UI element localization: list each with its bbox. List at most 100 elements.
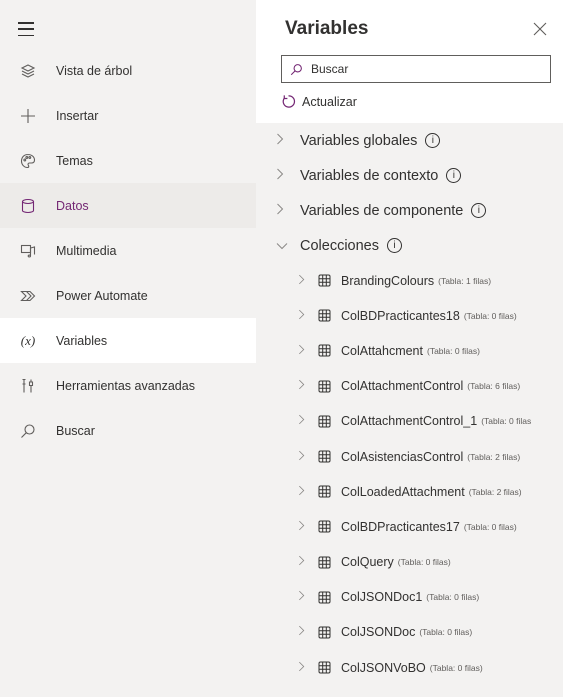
collection-item[interactable]: ColBDPracticantes18 (Tabla: 0 filas) [256,298,563,333]
collection-name: ColJSONDoc [341,625,416,640]
table-icon [318,591,331,604]
chevron-right-icon [298,448,308,466]
rail-item-search[interactable]: Buscar [0,408,256,453]
collection-name: ColJSONDoc1 [341,590,423,605]
rail-item-label: Herramientas avanzadas [56,378,195,393]
collections-list: BrandingColours (Tabla: 1 filas) ColBDPrac… [256,263,563,685]
rail-item-data[interactable]: Datos [0,183,256,228]
collection-name: ColBDPracticantes17 [341,519,460,534]
info-icon[interactable]: i [446,168,462,183]
panel-title: Variables [285,18,369,39]
rail-item-tree-view[interactable]: Vista de árbol [0,48,256,93]
collection-item[interactable]: ColBDPracticantes17 (Tabla: 0 filas) [256,509,563,544]
collection-meta: (Tabla: 6 filas) [467,381,521,392]
chevron-right-icon [298,483,308,501]
info-icon[interactable]: i [471,203,487,218]
table-icon [318,415,331,428]
tools-icon [0,378,56,394]
chevron-right-icon [276,203,288,219]
search-icon [0,423,56,439]
collection-name: ColAttahcment [341,343,423,358]
rail-item-variables[interactable]: (x) Variables [0,318,256,363]
collection-item[interactable]: ColLoadedAttachment (Tabla: 2 filas) [256,474,563,509]
refresh-button[interactable]: Actualizar [281,94,357,109]
layers-icon [0,63,56,79]
table-icon [318,380,331,393]
collection-name: ColAttachmentControl_1 [341,414,478,429]
collection-meta: (Tabla: 0 filas [481,416,532,427]
rail-item-label: Multimedia [56,243,117,258]
chevron-right-icon [298,307,308,325]
palette-icon [0,153,56,169]
collection-name: ColQuery [341,555,394,570]
collection-meta: (Tabla: 0 filas) [463,521,517,532]
chevron-right-icon [276,168,288,184]
power-automate-icon [0,288,56,304]
collection-meta: (Tabla: 1 filas) [438,275,492,286]
rail-item-label: Insertar [56,108,99,123]
rail-item-insert[interactable]: Insertar [0,93,256,138]
rail-item-media[interactable]: Multimedia [0,228,256,273]
table-icon [318,556,331,569]
variables-icon: (x) [20,332,36,348]
rail-list: Vista de árbol Insertar Temas Datos Mult… [0,48,256,453]
collection-item[interactable]: ColAttahcment (Tabla: 0 filas) [256,333,563,368]
table-icon [318,661,331,674]
collection-item[interactable]: ColJSONDoc (Tabla: 0 filas) [256,615,563,650]
collection-name: ColAsistenciasControl [341,449,464,464]
category-global-variables[interactable]: Variables globales i [256,123,563,158]
rail-item-power-automate[interactable]: Power Automate [0,273,256,318]
collection-item[interactable]: ColJSONVoBO (Tabla: 0 filas) [256,650,563,685]
category-component-variables[interactable]: Variables de componente i [256,193,563,228]
rail-item-label: Power Automate [56,288,148,303]
collection-meta: (Tabla: 0 filas) [419,627,473,638]
rail-item-label: Datos [56,198,89,213]
search-field[interactable] [281,55,551,83]
category-label: Variables de componente [300,202,464,219]
chevron-right-icon [298,272,308,290]
table-icon [318,274,331,287]
collection-item[interactable]: ColJSONDoc1 (Tabla: 0 filas) [256,580,563,615]
chevron-right-icon [298,588,308,606]
table-icon [318,309,331,322]
chevron-right-icon [298,553,308,571]
rail-item-label: Buscar [56,423,95,438]
chevron-right-icon [298,623,308,641]
collection-item[interactable]: BrandingColours (Tabla: 1 filas) [256,263,563,298]
collection-item[interactable]: ColAttachmentControl_1 (Tabla: 0 filas [256,404,563,439]
collection-meta: (Tabla: 0 filas) [397,557,451,568]
collection-name: ColAttachmentControl [341,379,464,394]
rail-item-advanced-tools[interactable]: Herramientas avanzadas [0,363,256,408]
database-icon [0,198,56,214]
collection-item[interactable]: ColAsistenciasControl (Tabla: 2 filas) [256,439,563,474]
table-icon [318,344,331,357]
collection-meta: (Tabla: 0 filas) [426,345,480,356]
collection-meta: (Tabla: 2 filas) [467,451,521,462]
collection-meta: (Tabla: 0 filas) [426,592,480,603]
plus-icon [0,108,56,124]
variables-tree: Variables globales i Variables de contex… [256,123,563,697]
hamburger-menu-icon[interactable] [18,22,34,36]
chevron-right-icon [276,133,288,149]
table-icon [318,450,331,463]
chevron-down-icon [276,238,288,254]
table-icon [318,520,331,533]
collection-name: BrandingColours [341,273,435,288]
category-context-variables[interactable]: Variables de contexto i [256,158,563,193]
search-input[interactable] [309,61,543,77]
chevron-right-icon [298,518,308,536]
category-label: Variables de contexto [300,167,439,184]
chevron-right-icon [298,659,308,677]
collection-item[interactable]: ColQuery (Tabla: 0 filas) [256,545,563,580]
rail-item-themes[interactable]: Temas [0,138,256,183]
variables-panel: Variables Actualizar [256,0,563,697]
category-collections[interactable]: Colecciones i [256,228,563,263]
category-label: Colecciones [300,237,379,254]
info-icon[interactable]: i [387,238,402,253]
close-icon[interactable] [533,22,547,36]
search-icon [290,63,302,75]
collection-item[interactable]: ColAttachmentControl (Tabla: 6 filas) [256,369,563,404]
info-icon[interactable]: i [425,133,441,148]
collection-meta: (Tabla: 2 filas) [468,486,522,497]
rail-item-label: Vista de árbol [56,63,133,78]
